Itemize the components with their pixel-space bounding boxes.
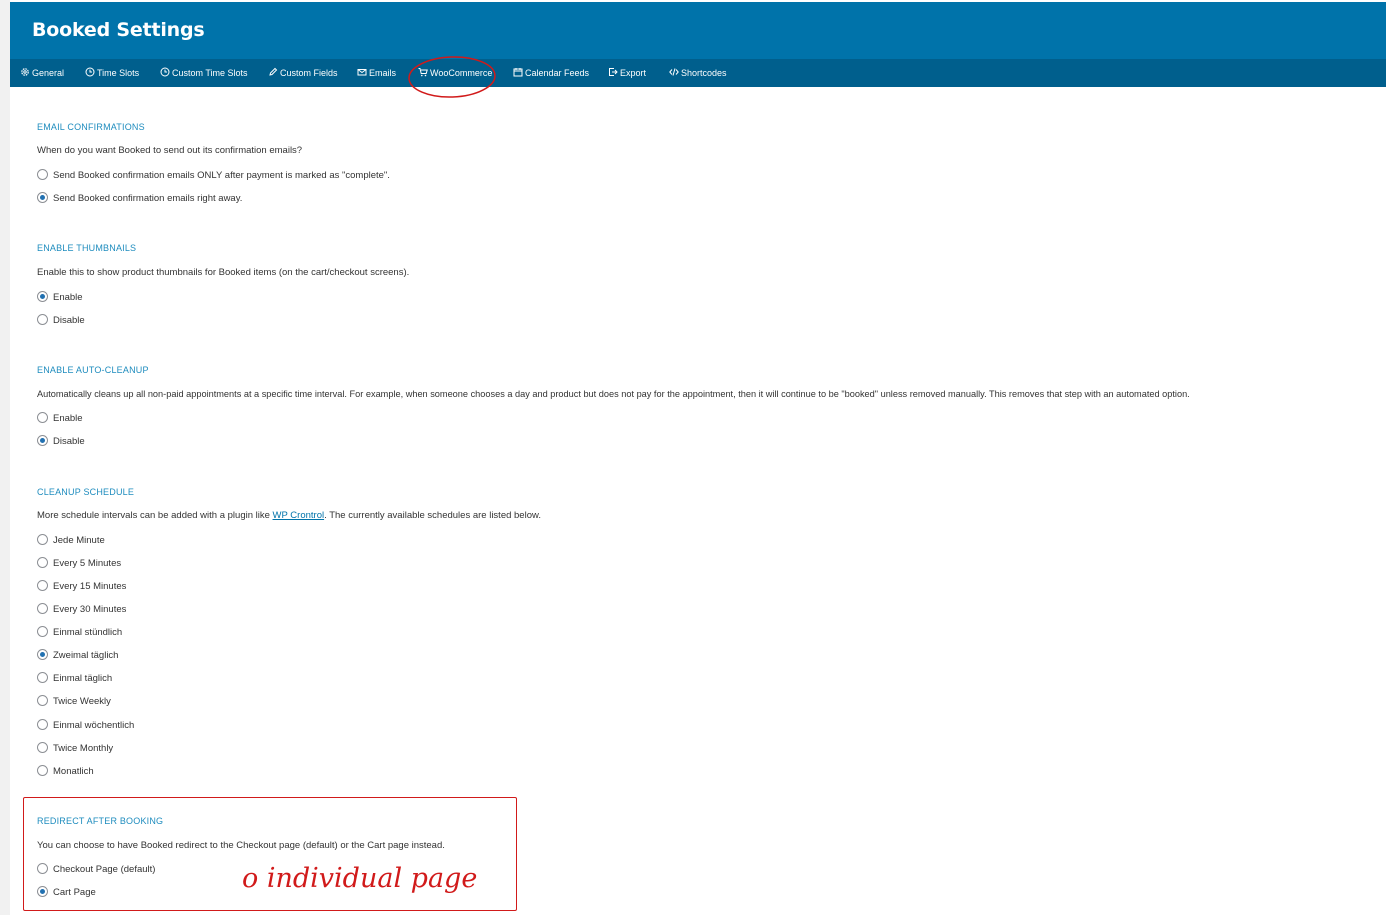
- tab-time-slots[interactable]: Time Slots: [85, 59, 139, 87]
- radio-option[interactable]: Jede Minute: [37, 534, 105, 547]
- calendar-icon: [513, 67, 523, 77]
- tab-label: Time Slots: [97, 68, 140, 78]
- tab-label: Shortcodes: [681, 68, 727, 78]
- radio-button[interactable]: [37, 765, 48, 777]
- radio-button[interactable]: [37, 719, 48, 731]
- radio-label: Twice Monthly: [53, 743, 114, 754]
- tab-custom-fields[interactable]: Custom Fields: [268, 59, 338, 87]
- tab-label: Custom Time Slots: [172, 68, 248, 78]
- radio-label: Jede Minute: [53, 535, 105, 546]
- tab-label: General: [32, 68, 65, 78]
- radio-button[interactable]: [37, 291, 48, 303]
- section-description: Enable this to show product thumbnails f…: [37, 267, 410, 278]
- radio-button[interactable]: [37, 192, 48, 204]
- radio-option[interactable]: Every 15 Minutes: [37, 580, 126, 593]
- radio-button[interactable]: [37, 672, 48, 684]
- radio-label: Every 30 Minutes: [53, 604, 127, 615]
- radio-option[interactable]: Disable: [37, 314, 85, 327]
- radio-button[interactable]: [37, 557, 48, 569]
- radio-button[interactable]: [37, 314, 48, 326]
- section-description: Automatically cleans up all non-paid app…: [37, 389, 1190, 399]
- wp-crontrol-link[interactable]: WP Crontrol: [273, 510, 325, 521]
- section-title-cleanup-schedule: CLEANUP SCHEDULE: [37, 487, 135, 497]
- settings-page: Booked Settings General Time Slots Custo…: [10, 0, 1386, 915]
- description-text: More schedule intervals can be added wit…: [37, 510, 273, 521]
- gear-icon: [20, 67, 30, 77]
- settings-content: EMAIL CONFIRMATIONS When do you want Boo…: [10, 87, 1386, 915]
- envelope-icon: [357, 67, 367, 77]
- radio-label: Monatlich: [53, 766, 94, 777]
- radio-option[interactable]: Einmal stündlich: [37, 626, 122, 639]
- tab-shortcodes[interactable]: Shortcodes: [669, 59, 727, 87]
- radio-button[interactable]: [37, 742, 48, 754]
- radio-option[interactable]: Twice Weekly: [37, 695, 111, 708]
- radio-option[interactable]: Einmal wöchentlich: [37, 719, 134, 732]
- pencil-icon: [268, 67, 278, 77]
- radio-button[interactable]: [37, 695, 48, 707]
- radio-option[interactable]: Enable: [37, 291, 83, 304]
- radio-label: Enable: [53, 292, 83, 303]
- radio-option[interactable]: Twice Monthly: [37, 742, 113, 755]
- export-icon: [608, 67, 618, 77]
- tab-custom-time-slots[interactable]: Custom Time Slots: [160, 59, 248, 87]
- radio-button[interactable]: [37, 626, 48, 638]
- radio-label: Disable: [53, 436, 85, 447]
- radio-button[interactable]: [37, 412, 48, 424]
- section-description: More schedule intervals can be added wit…: [37, 510, 541, 521]
- radio-button[interactable]: [37, 534, 48, 546]
- radio-label: Send Booked confirmation emails ONLY aft…: [53, 170, 390, 181]
- tab-label: WooCommerce: [430, 68, 493, 78]
- tab-label: Custom Fields: [280, 68, 338, 78]
- annotation-box-redirect: [23, 797, 517, 911]
- tab-woocommerce[interactable]: WooCommerce: [418, 59, 492, 87]
- radio-button[interactable]: [37, 169, 48, 181]
- radio-option[interactable]: Einmal täglich: [37, 672, 112, 685]
- description-text: . The currently available schedules are …: [324, 510, 541, 521]
- radio-option[interactable]: Zweimal täglich: [37, 649, 118, 662]
- radio-label: Twice Weekly: [53, 696, 111, 707]
- radio-button[interactable]: [37, 435, 48, 447]
- radio-option[interactable]: Monatlich: [37, 765, 94, 778]
- radio-option[interactable]: Enable: [37, 412, 83, 425]
- tab-label: Calendar Feeds: [525, 68, 590, 78]
- radio-button[interactable]: [37, 649, 48, 661]
- tab-export[interactable]: Export: [608, 59, 646, 87]
- radio-label: Every 15 Minutes: [53, 581, 127, 592]
- radio-label: Every 5 Minutes: [53, 558, 122, 569]
- radio-label: Disable: [53, 315, 85, 326]
- radio-label: Einmal stündlich: [53, 627, 123, 638]
- radio-label: Send Booked confirmation emails right aw…: [53, 193, 243, 204]
- tab-calendar-feeds[interactable]: Calendar Feeds: [513, 59, 589, 87]
- radio-option[interactable]: Every 5 Minutes: [37, 557, 121, 570]
- radio-option[interactable]: Every 30 Minutes: [37, 603, 126, 616]
- radio-button[interactable]: [37, 580, 48, 592]
- page-header: Booked Settings: [10, 2, 1386, 59]
- tab-label: Export: [620, 68, 647, 78]
- radio-option[interactable]: Send Booked confirmation emails right aw…: [37, 192, 242, 205]
- code-icon: [669, 67, 679, 77]
- radio-option[interactable]: Disable: [37, 435, 85, 448]
- radio-label: Zweimal täglich: [53, 650, 119, 661]
- tab-label: Emails: [369, 68, 397, 78]
- section-title-enable-thumbnails: ENABLE THUMBNAILS: [37, 243, 137, 253]
- clock-icon: [160, 67, 170, 77]
- cart-icon: [418, 67, 428, 77]
- settings-tab-bar: General Time Slots Custom Time Slots Cus…: [10, 59, 1386, 87]
- clock-icon: [85, 67, 95, 77]
- radio-button[interactable]: [37, 603, 48, 615]
- section-description: When do you want Booked to send out its …: [37, 145, 303, 156]
- tab-general[interactable]: General: [20, 59, 64, 87]
- radio-option[interactable]: Send Booked confirmation emails ONLY aft…: [37, 169, 390, 182]
- page-title: Booked Settings: [32, 19, 205, 41]
- radio-label: Einmal täglich: [53, 673, 113, 684]
- section-title-auto-cleanup: ENABLE AUTO-CLEANUP: [37, 365, 149, 375]
- section-title-email-confirmations: EMAIL CONFIRMATIONS: [37, 122, 145, 132]
- radio-label: Enable: [53, 413, 83, 424]
- radio-label: Einmal wöchentlich: [53, 720, 135, 731]
- tab-emails[interactable]: Emails: [357, 59, 396, 87]
